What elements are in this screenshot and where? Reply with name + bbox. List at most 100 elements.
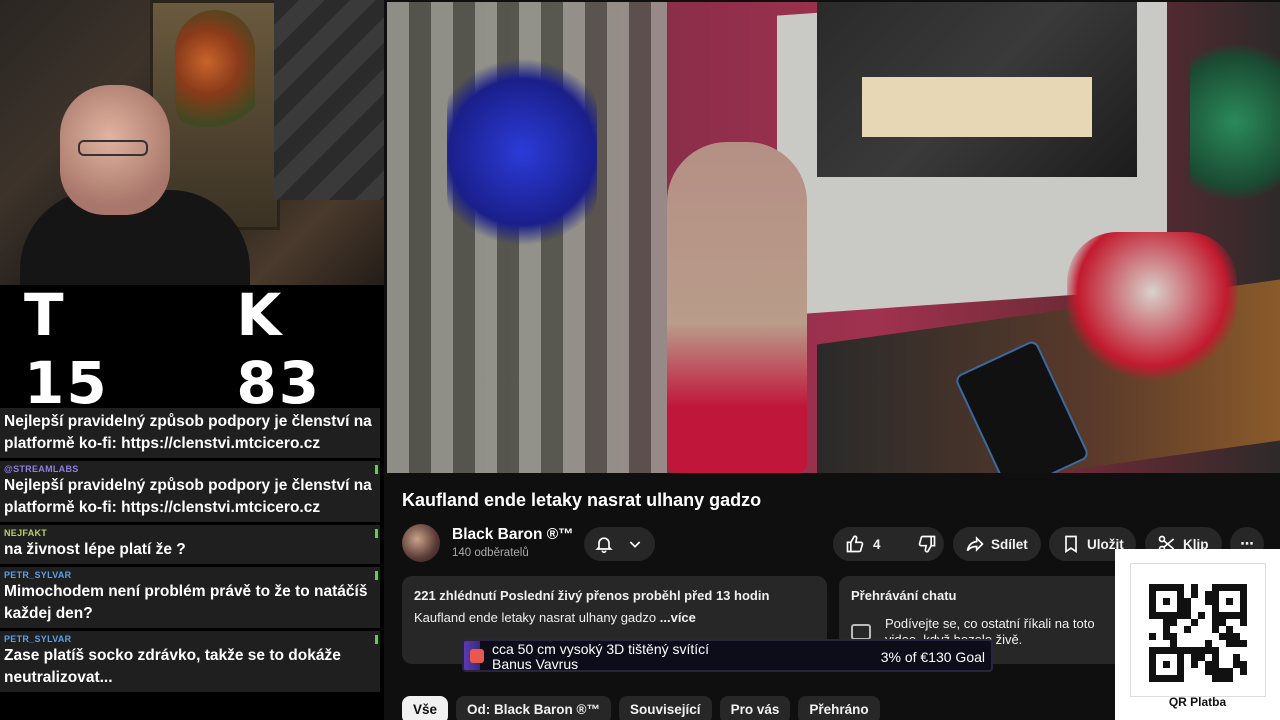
qr-module bbox=[1184, 598, 1191, 605]
qr-module bbox=[1184, 654, 1191, 661]
qr-module bbox=[1212, 647, 1219, 654]
qr-module bbox=[1156, 668, 1163, 675]
qr-module bbox=[1149, 675, 1156, 682]
qr-module bbox=[1205, 640, 1212, 647]
qr-module bbox=[1191, 591, 1198, 598]
qr-module bbox=[1163, 584, 1170, 591]
qr-module bbox=[1205, 654, 1212, 661]
counter-t: T 15 bbox=[24, 281, 109, 417]
qr-module bbox=[1233, 633, 1240, 640]
qr-module bbox=[1184, 619, 1191, 626]
qr-module bbox=[1163, 654, 1170, 661]
qr-module bbox=[1198, 598, 1205, 605]
qr-module bbox=[1226, 598, 1233, 605]
qr-module bbox=[1226, 675, 1233, 682]
qr-module bbox=[1240, 626, 1247, 633]
share-button[interactable]: Sdílet bbox=[953, 527, 1041, 561]
qr-module bbox=[1170, 612, 1177, 619]
chat-text: Zase platíš socko zdrávko, takže se to d… bbox=[4, 647, 341, 686]
qr-module bbox=[1184, 584, 1191, 591]
qr-module bbox=[1212, 598, 1219, 605]
qr-module bbox=[1177, 598, 1184, 605]
qr-module bbox=[1170, 584, 1177, 591]
dislike-button[interactable] bbox=[905, 527, 949, 561]
qr-module bbox=[1149, 591, 1156, 598]
qr-module bbox=[1212, 668, 1219, 675]
christmas-tree bbox=[1190, 22, 1280, 222]
qr-module bbox=[1170, 633, 1177, 640]
qr-module bbox=[1163, 668, 1170, 675]
qr-module bbox=[1198, 612, 1205, 619]
qr-module bbox=[1219, 661, 1226, 668]
qr-module bbox=[1177, 647, 1184, 654]
qr-module bbox=[1205, 647, 1212, 654]
qr-module bbox=[1156, 605, 1163, 612]
qr-module bbox=[1177, 668, 1184, 675]
counter-k: K 83 bbox=[236, 281, 322, 417]
webcam-feed bbox=[0, 0, 384, 285]
chat-message: Nejlepší pravidelný způsob podpory je čl… bbox=[0, 408, 380, 458]
qr-module bbox=[1198, 605, 1205, 612]
qr-module bbox=[1177, 640, 1184, 647]
qr-module bbox=[1240, 640, 1247, 647]
qr-module bbox=[1205, 668, 1212, 675]
video-title: Kaufland ende letaky nasrat ulhany gadzo bbox=[402, 490, 762, 510]
qr-module bbox=[1191, 661, 1198, 668]
qr-module bbox=[1205, 675, 1212, 682]
chip-watched[interactable]: Přehráno bbox=[798, 696, 880, 720]
qr-module bbox=[1191, 619, 1198, 626]
gnome-figure bbox=[667, 142, 807, 473]
qr-module bbox=[1163, 647, 1170, 654]
glasses bbox=[78, 140, 148, 156]
qr-module bbox=[1184, 591, 1191, 598]
qr-module bbox=[1205, 584, 1212, 591]
qr-module bbox=[1163, 591, 1170, 598]
qr-module bbox=[1191, 675, 1198, 682]
video-player[interactable] bbox=[387, 2, 1280, 473]
qr-module bbox=[1240, 668, 1247, 675]
qr-module bbox=[1177, 591, 1184, 598]
chip-all[interactable]: Vše bbox=[402, 696, 449, 720]
chip-for-you[interactable]: Pro vás bbox=[719, 696, 791, 720]
qr-module bbox=[1184, 605, 1191, 612]
qr-module bbox=[1184, 647, 1191, 654]
qr-module bbox=[1233, 661, 1240, 668]
qr-module bbox=[1198, 654, 1205, 661]
channel-avatar[interactable] bbox=[402, 524, 440, 562]
chip-from-channel[interactable]: Od: Black Baron ®™ bbox=[456, 696, 612, 720]
like-count: 4 bbox=[873, 536, 881, 552]
chat-text: Nejlepší pravidelný způsob podpory je čl… bbox=[4, 477, 372, 516]
qr-module bbox=[1219, 633, 1226, 640]
qr-module bbox=[1177, 612, 1184, 619]
notification-button[interactable] bbox=[584, 527, 655, 561]
qr-module bbox=[1233, 619, 1240, 626]
qr-module bbox=[1226, 668, 1233, 675]
overlay-chat: Nejlepší pravidelný způsob podpory je čl… bbox=[0, 408, 384, 720]
like-button[interactable]: 4 bbox=[833, 527, 893, 561]
qr-module bbox=[1212, 654, 1219, 661]
qr-module bbox=[1219, 647, 1226, 654]
qr-module bbox=[1226, 605, 1233, 612]
qr-module bbox=[1212, 605, 1219, 612]
qr-module bbox=[1163, 675, 1170, 682]
qr-module bbox=[1240, 598, 1247, 605]
channel-name[interactable]: Black Baron ®™ bbox=[452, 526, 574, 544]
qr-module bbox=[1219, 584, 1226, 591]
qr-module bbox=[1219, 612, 1226, 619]
qr-module bbox=[1149, 584, 1156, 591]
qr-module bbox=[1156, 584, 1163, 591]
qr-module bbox=[1240, 633, 1247, 640]
qr-module bbox=[1205, 619, 1212, 626]
qr-module bbox=[1149, 598, 1156, 605]
qr-module bbox=[1177, 605, 1184, 612]
chat-message: PETR_SYLVAR Mimochodem není problém práv… bbox=[0, 567, 380, 628]
chip-related[interactable]: Související bbox=[619, 696, 712, 720]
show-more-link[interactable]: ...více bbox=[660, 610, 696, 625]
qr-module bbox=[1226, 654, 1233, 661]
qr-code bbox=[1130, 563, 1266, 697]
qr-module bbox=[1191, 626, 1198, 633]
qr-module bbox=[1156, 661, 1163, 668]
qr-module bbox=[1184, 612, 1191, 619]
qr-module bbox=[1170, 605, 1177, 612]
qr-module bbox=[1219, 640, 1226, 647]
